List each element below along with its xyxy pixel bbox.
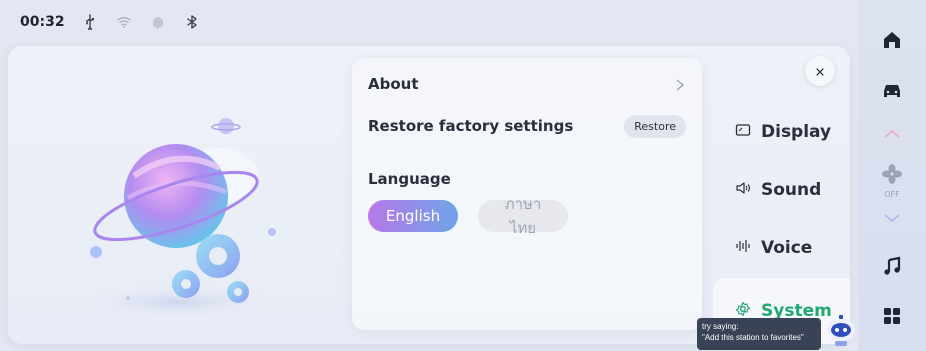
language-selector: English ภาษาไทย bbox=[368, 195, 568, 237]
restore-button[interactable]: Restore bbox=[624, 114, 686, 138]
menu-item-voice[interactable]: Voice bbox=[713, 220, 850, 276]
wifi-icon bbox=[115, 13, 133, 31]
status-bar: 00:32 bbox=[0, 0, 858, 44]
hint-line-1: try saying: bbox=[702, 322, 739, 331]
waveform-icon bbox=[735, 238, 751, 258]
close-button[interactable] bbox=[805, 56, 835, 86]
language-option-thai[interactable]: ภาษาไทย bbox=[478, 195, 568, 237]
usb-icon bbox=[81, 13, 99, 31]
menu-label-voice: Voice bbox=[761, 238, 813, 258]
fan-icon[interactable] bbox=[880, 162, 904, 186]
menu-item-sound[interactable]: Sound bbox=[713, 162, 850, 218]
speaker-icon bbox=[735, 180, 751, 200]
voice-assistant-avatar[interactable] bbox=[824, 312, 858, 348]
clock: 00:32 bbox=[20, 14, 65, 30]
menu-label-display: Display bbox=[761, 122, 832, 142]
settings-card: About Restore factory settings Restore L… bbox=[8, 46, 850, 344]
voice-hint-tooltip: try saying: "Add this station to favorit… bbox=[697, 318, 821, 350]
bluetooth-icon bbox=[183, 13, 201, 31]
menu-item-display[interactable]: Display bbox=[713, 104, 850, 160]
about-label: About bbox=[368, 75, 419, 93]
home-icon[interactable] bbox=[880, 28, 904, 52]
system-settings-panel: About Restore factory settings Restore L… bbox=[352, 58, 702, 330]
chevron-right-icon bbox=[674, 77, 686, 91]
restore-row: Restore factory settings Restore bbox=[368, 112, 686, 140]
planet-illustration bbox=[68, 106, 298, 326]
chevron-up-icon[interactable] bbox=[880, 122, 904, 146]
fingerprint-icon bbox=[149, 13, 167, 31]
chevron-down-icon[interactable] bbox=[880, 206, 904, 230]
fan-status: OFF bbox=[884, 190, 900, 199]
menu-label-sound: Sound bbox=[761, 180, 822, 200]
restore-label: Restore factory settings bbox=[368, 117, 574, 135]
right-rail: OFF bbox=[858, 0, 926, 351]
car-icon[interactable] bbox=[880, 78, 904, 102]
hint-line-2: "Add this station to favorites" bbox=[702, 333, 804, 342]
language-option-english[interactable]: English bbox=[368, 200, 458, 232]
display-icon bbox=[735, 122, 751, 142]
about-row[interactable]: About bbox=[368, 70, 686, 98]
settings-menu: Display Sound Voice System bbox=[713, 46, 850, 344]
close-icon bbox=[815, 62, 825, 81]
music-icon[interactable] bbox=[880, 254, 904, 278]
grid-icon[interactable] bbox=[880, 304, 904, 328]
language-label: Language bbox=[368, 170, 451, 188]
